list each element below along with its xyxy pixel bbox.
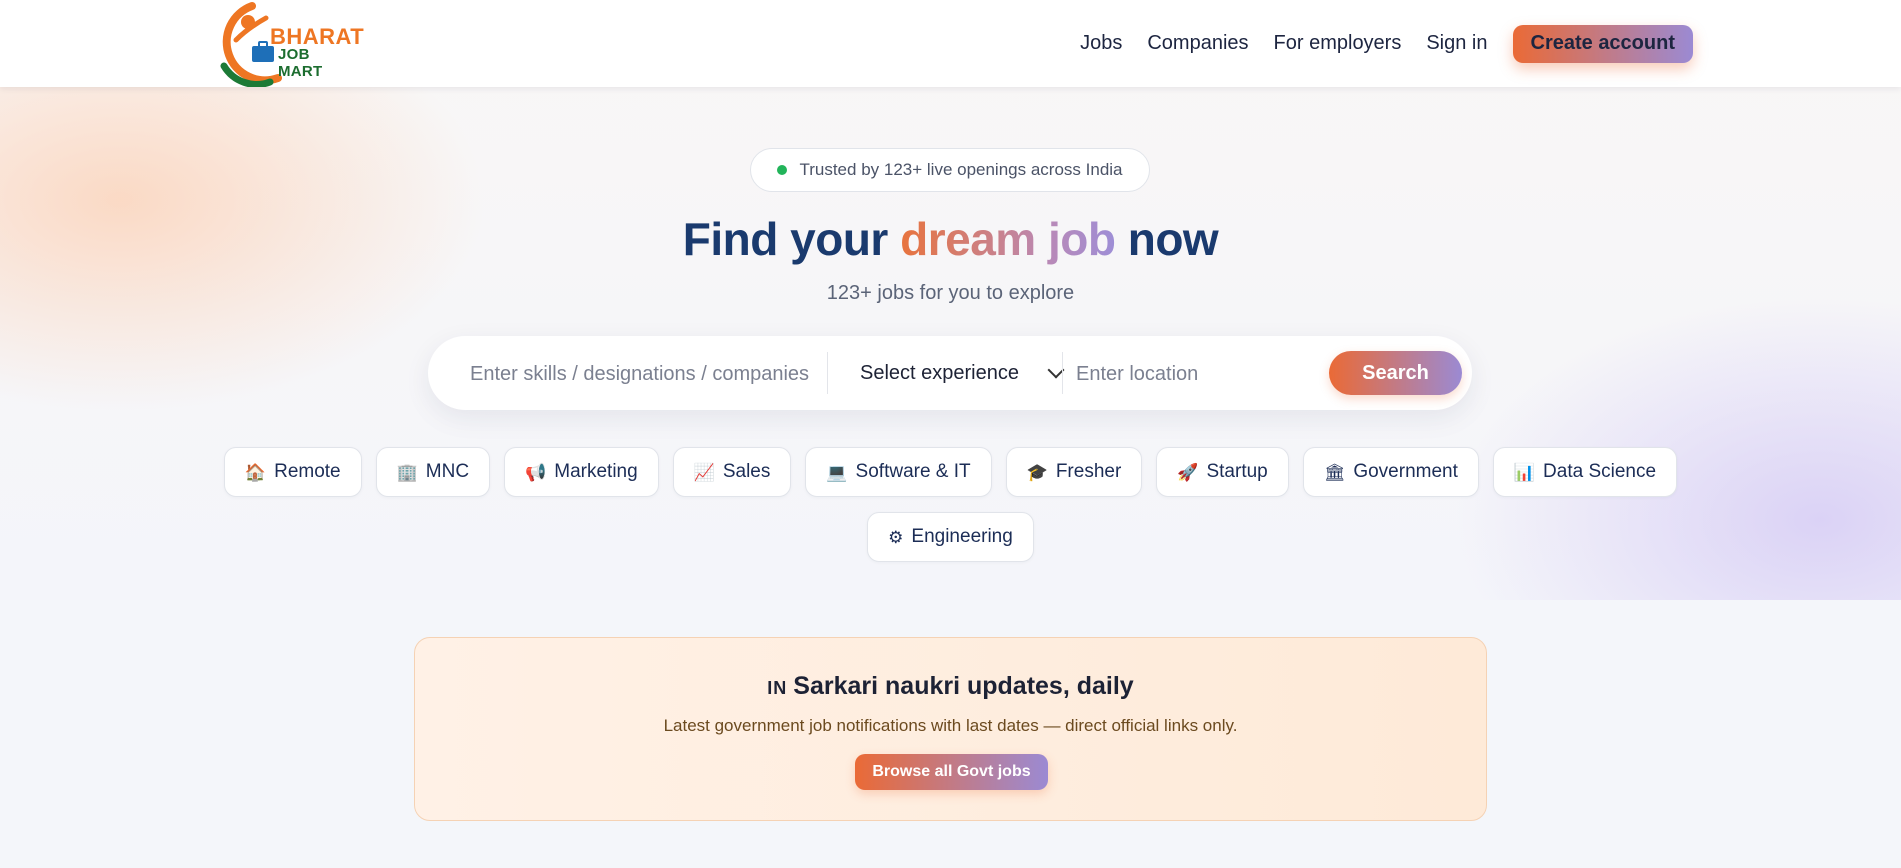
location-input[interactable] bbox=[1074, 354, 1308, 394]
chip-marketing[interactable]: 📢 Marketing bbox=[504, 447, 659, 497]
govt-jobs-panel: IN Sarkari naukri updates, daily Latest g… bbox=[414, 637, 1487, 821]
india-flag-icon: IN bbox=[767, 678, 788, 698]
chip-engineering[interactable]: ⚙ Engineering bbox=[867, 512, 1034, 562]
chip-remote[interactable]: 🏠 Remote bbox=[223, 447, 362, 497]
chip-data-science[interactable]: 📊 Data Science bbox=[1492, 447, 1678, 497]
brand-logo[interactable]: BHARAT JOB MART bbox=[208, 0, 364, 87]
chip-sales[interactable]: 📈 Sales bbox=[672, 447, 792, 497]
chip-government[interactable]: 🏛 Government bbox=[1302, 447, 1479, 497]
chip-label: Marketing bbox=[554, 461, 638, 482]
chip-label: Government bbox=[1353, 461, 1458, 482]
chip-label: Sales bbox=[722, 461, 771, 482]
headline-part3: now bbox=[1127, 213, 1219, 265]
nav-jobs-link[interactable]: Jobs bbox=[1080, 32, 1122, 55]
search-button[interactable]: Search bbox=[1329, 351, 1462, 395]
chip-software-it[interactable]: 💻 Software & IT bbox=[805, 447, 992, 497]
headline-highlight: dream job bbox=[900, 213, 1116, 265]
main-nav: Jobs Companies For employers Sign in Cre… bbox=[1055, 0, 1693, 87]
megaphone-icon: 📢 bbox=[525, 462, 547, 482]
trust-badge: Trusted by 123+ live openings across Ind… bbox=[750, 148, 1150, 192]
chip-label: Engineering bbox=[911, 526, 1013, 547]
experience-select[interactable]: Select experience bbox=[844, 354, 1072, 392]
govt-title-text: Sarkari naukri updates, daily bbox=[793, 672, 1134, 700]
browse-govt-jobs-button[interactable]: Browse all Govt jobs bbox=[855, 754, 1048, 790]
site-header: BHARAT JOB MART Jobs Companies For emplo… bbox=[0, 0, 1901, 87]
graduation-cap-icon: 🎓 bbox=[1026, 462, 1048, 482]
chip-label: Data Science bbox=[1543, 461, 1657, 482]
nav-employers-link[interactable]: For employers bbox=[1274, 32, 1402, 55]
gear-icon: ⚙ bbox=[888, 527, 904, 547]
skills-search-input[interactable] bbox=[468, 354, 832, 394]
chip-label: Fresher bbox=[1055, 461, 1122, 482]
govt-panel-description: Latest government job notifications with… bbox=[663, 716, 1238, 735]
headline-part1: Find your bbox=[682, 213, 889, 265]
chip-label: Startup bbox=[1206, 461, 1268, 482]
nav-signin-link[interactable]: Sign in bbox=[1426, 32, 1487, 55]
search-divider bbox=[827, 352, 828, 394]
hero-headline: Find your dream job now bbox=[0, 212, 1901, 266]
job-search-bar: Select experience Search bbox=[428, 336, 1472, 410]
government-building-icon: 🏛 bbox=[1323, 462, 1346, 482]
office-building-icon: 🏢 bbox=[396, 462, 418, 482]
experience-select-value: Select experience bbox=[860, 361, 1019, 384]
category-chips-row: 🏠 Remote 🏢 MNC 📢 Marketing 📈 Sales 💻 Software… bbox=[0, 447, 1901, 497]
create-account-button[interactable]: Create account bbox=[1512, 24, 1693, 63]
chart-up-icon: 📈 bbox=[693, 462, 715, 482]
rocket-icon: 🚀 bbox=[1177, 462, 1199, 482]
hero-subtitle: 123+ jobs for you to explore bbox=[826, 282, 1075, 304]
chip-label: Software & IT bbox=[855, 461, 971, 482]
govt-panel-title: IN Sarkari naukri updates, daily bbox=[415, 672, 1486, 701]
trust-badge-text: Trusted by 123+ live openings across Ind… bbox=[799, 160, 1123, 179]
chip-startup[interactable]: 🚀 Startup bbox=[1156, 447, 1289, 497]
logo-wordmark-secondary: JOB MART bbox=[278, 46, 323, 80]
chip-label: Remote bbox=[274, 461, 341, 482]
nav-companies-link[interactable]: Companies bbox=[1147, 32, 1248, 55]
live-status-dot-icon bbox=[777, 165, 788, 175]
chip-label: MNC bbox=[425, 461, 470, 482]
laptop-icon: 💻 bbox=[826, 462, 848, 482]
house-icon: 🏠 bbox=[244, 462, 267, 482]
bar-chart-icon: 📊 bbox=[1513, 462, 1536, 482]
search-divider bbox=[1062, 352, 1063, 394]
chip-fresher[interactable]: 🎓 Fresher bbox=[1005, 447, 1143, 497]
chip-mnc[interactable]: 🏢 MNC bbox=[375, 447, 491, 497]
category-chips-row: ⚙ Engineering bbox=[0, 512, 1901, 562]
